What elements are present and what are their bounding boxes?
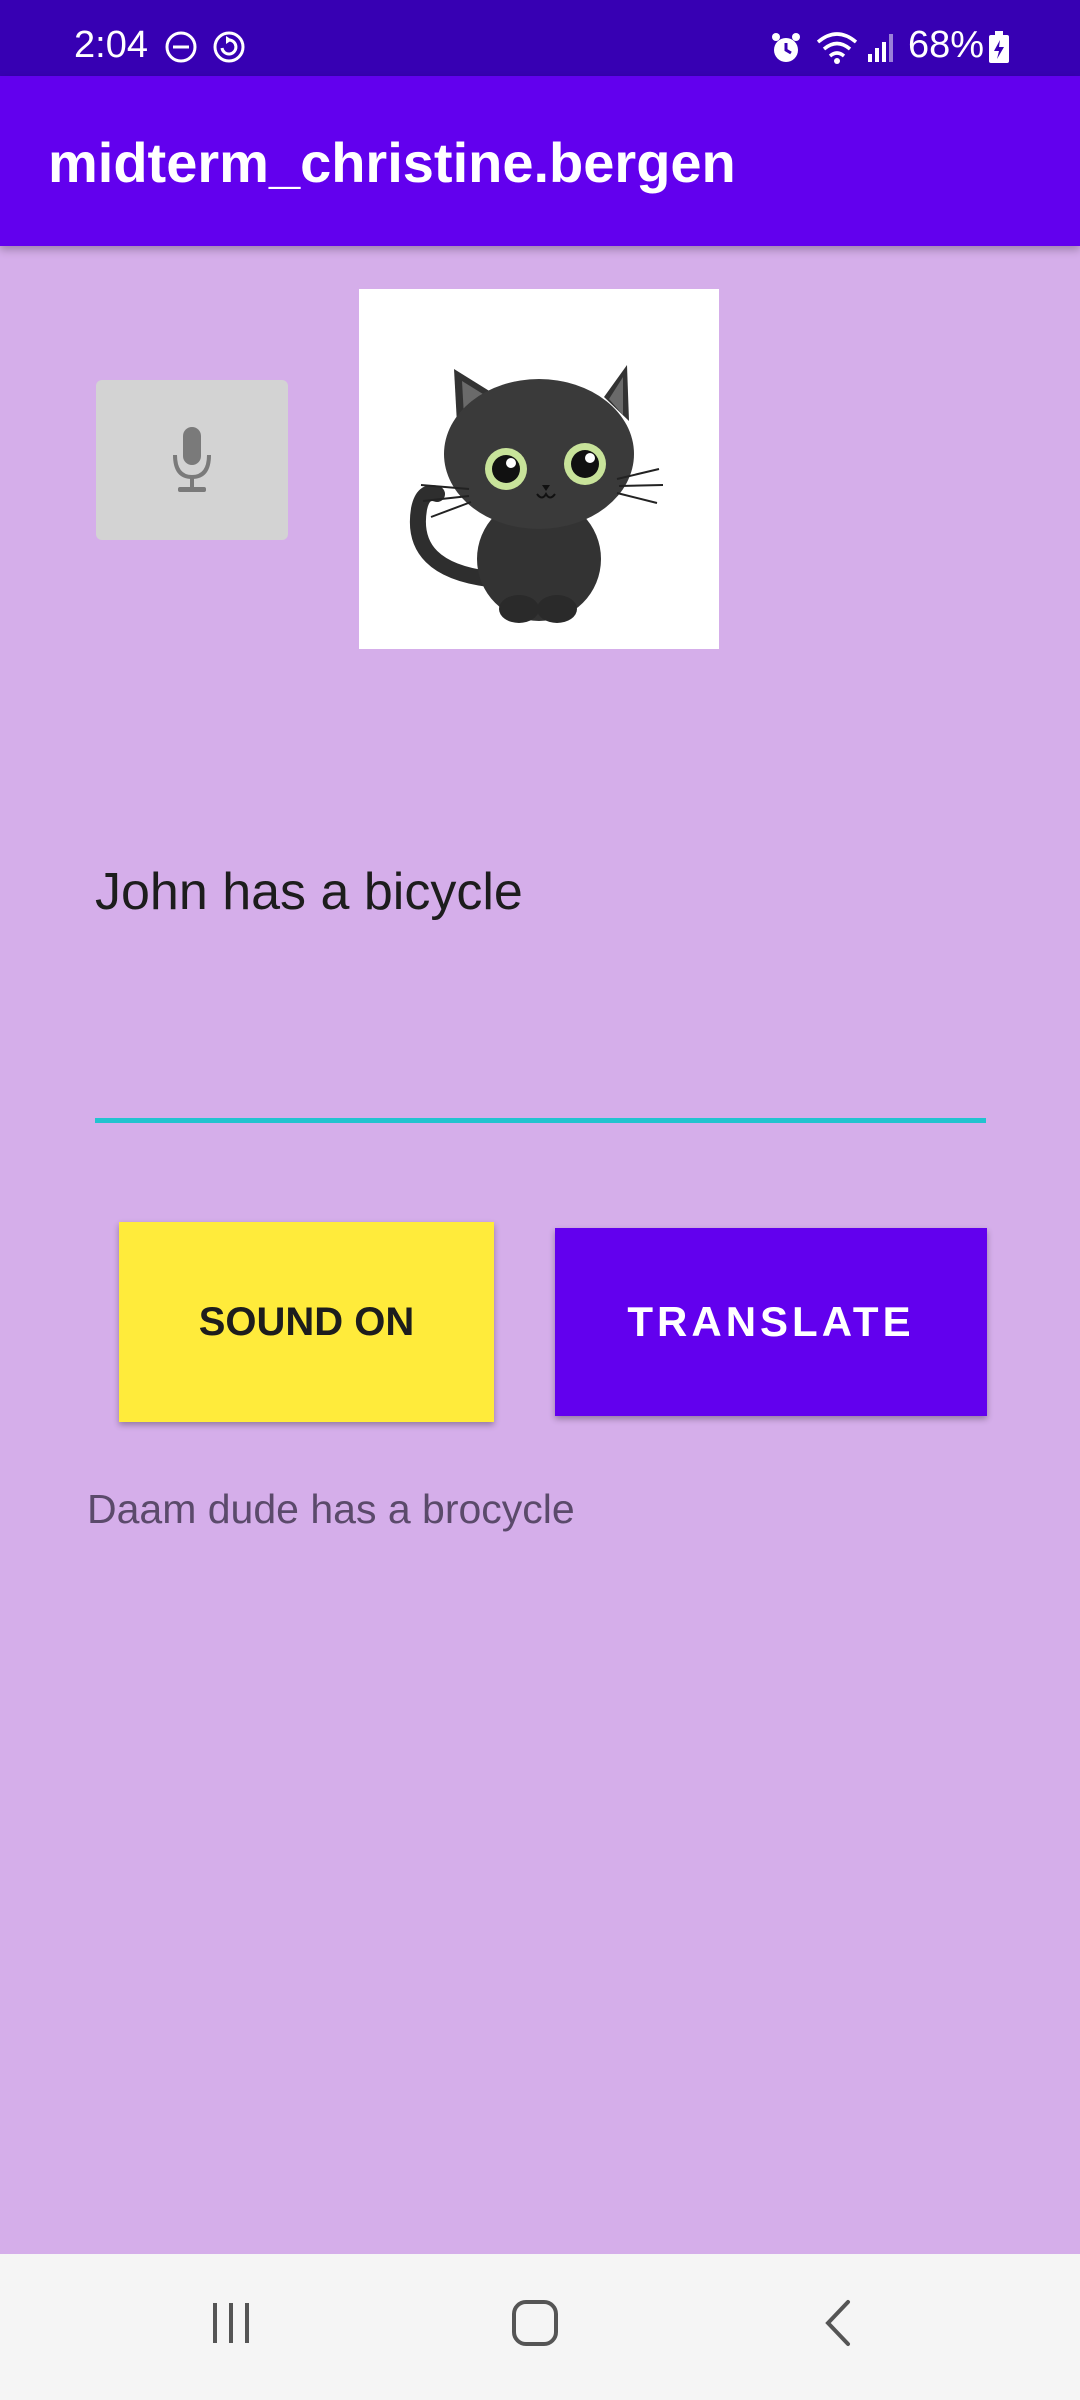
alarm-icon bbox=[772, 33, 800, 62]
cat-image bbox=[359, 289, 719, 649]
app-bar: midterm_christine.bergen bbox=[0, 76, 1080, 246]
status-bar: 2:04 68% bbox=[0, 0, 1080, 76]
sync-icon bbox=[213, 31, 245, 63]
translate-button[interactable]: TRANSLATE bbox=[555, 1228, 987, 1416]
translation-result: Daam dude has a brocycle bbox=[87, 1486, 575, 1532]
mic-button[interactable] bbox=[96, 380, 288, 540]
app-title: midterm_christine.bergen bbox=[48, 131, 736, 194]
status-time: 2:04 bbox=[74, 24, 148, 66]
home-icon[interactable] bbox=[510, 2298, 560, 2348]
microphone-icon bbox=[173, 427, 211, 492]
sound-on-button[interactable]: SOUND ON bbox=[119, 1222, 494, 1422]
input-underline bbox=[95, 1118, 986, 1123]
signal-icon bbox=[868, 34, 893, 62]
wifi-icon bbox=[816, 32, 858, 64]
battery-icon bbox=[989, 31, 1009, 63]
do-not-disturb-icon bbox=[165, 31, 197, 63]
recent-apps-icon[interactable] bbox=[206, 2298, 256, 2348]
navigation-bar bbox=[0, 2254, 1080, 2400]
cat-illustration bbox=[409, 365, 664, 623]
back-icon[interactable] bbox=[818, 2298, 858, 2348]
text-input[interactable]: John has a bicycle bbox=[95, 862, 523, 922]
battery-percentage: 68% bbox=[908, 24, 985, 66]
